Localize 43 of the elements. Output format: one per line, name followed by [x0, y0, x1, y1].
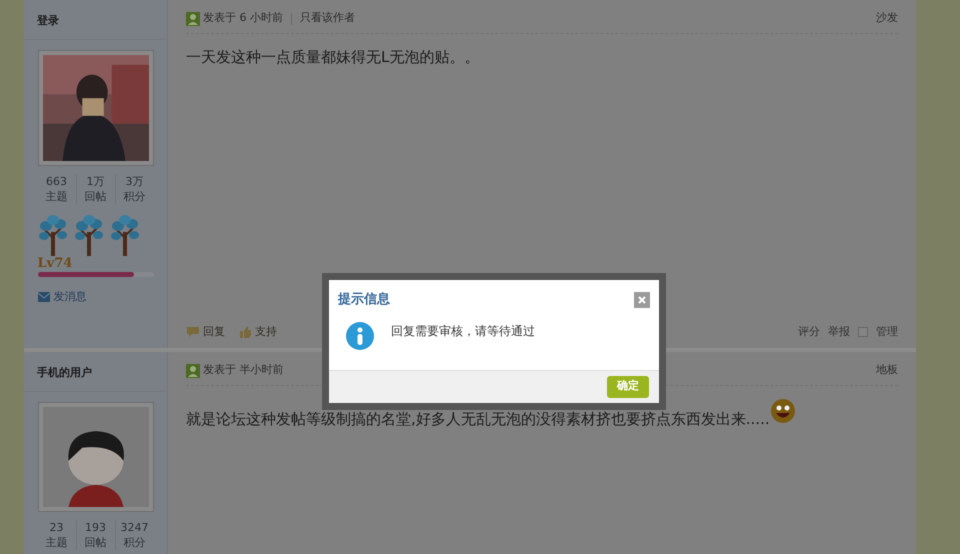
confirm-button[interactable]: 确定 [607, 376, 649, 398]
user-icon [186, 12, 200, 26]
close-button[interactable] [634, 292, 650, 308]
stat-value[interactable]: 23 [50, 520, 64, 535]
author-only-link[interactable]: 只看该作者 [300, 10, 355, 27]
action-link[interactable]: 举报 [828, 324, 850, 340]
floor-label[interactable]: 地板 [876, 362, 898, 379]
post-time: 发表于 半小时前 [203, 362, 284, 378]
thumbs-up-icon [239, 326, 252, 338]
post-time: 发表于 6 小时前 [203, 10, 283, 26]
dialog-title: 提示信息 [338, 291, 390, 309]
tree-icon [74, 214, 104, 256]
post-body: 就是论坛这种发帖等级制搞的名堂,好多人无乱无泡的没得素材挤也要挤点东西发出来..... [186, 409, 770, 430]
stat-label[interactable]: 积分 [124, 189, 146, 204]
stat-value[interactable]: 3247 [120, 520, 148, 535]
floor-label[interactable]: 沙发 [876, 10, 898, 27]
manage-link[interactable]: 管理 [876, 324, 898, 340]
reply-link[interactable]: 回复 [203, 324, 225, 340]
stat-label[interactable]: 回帖 [84, 189, 106, 204]
level-label: Lv74 [38, 256, 74, 272]
tree-icon [38, 214, 68, 256]
tree-icon [110, 214, 140, 256]
author-name[interactable]: 手机的用户 [37, 366, 92, 379]
post-body: 一天发这种一点质量都妹得无L无泡的贴。。 [186, 47, 480, 68]
info-icon [345, 320, 375, 350]
author-name[interactable]: 登录 [37, 14, 59, 27]
stat-value[interactable]: 1万 [86, 174, 104, 189]
stat-label[interactable]: 主题 [46, 189, 68, 204]
stat-label[interactable]: 回帖 [84, 535, 106, 550]
manage-checkbox[interactable] [858, 326, 868, 337]
support-link[interactable]: 支持 [255, 324, 277, 340]
stat-label[interactable]: 积分 [124, 535, 146, 550]
dialog-message: 回复需要审核，请等待通过 [391, 322, 535, 340]
send-message-link[interactable]: 发消息 [54, 289, 86, 306]
close-icon [638, 296, 646, 304]
stat-value[interactable]: 3万 [126, 174, 144, 189]
speech-bubble-icon [186, 326, 200, 338]
stat-label[interactable]: 主题 [46, 535, 68, 550]
user-icon [186, 364, 200, 378]
action-link[interactable]: 评分 [798, 324, 820, 340]
stat-value[interactable]: 193 [85, 520, 106, 535]
envelope-icon [38, 292, 50, 302]
stat-value[interactable]: 663 [46, 174, 67, 189]
